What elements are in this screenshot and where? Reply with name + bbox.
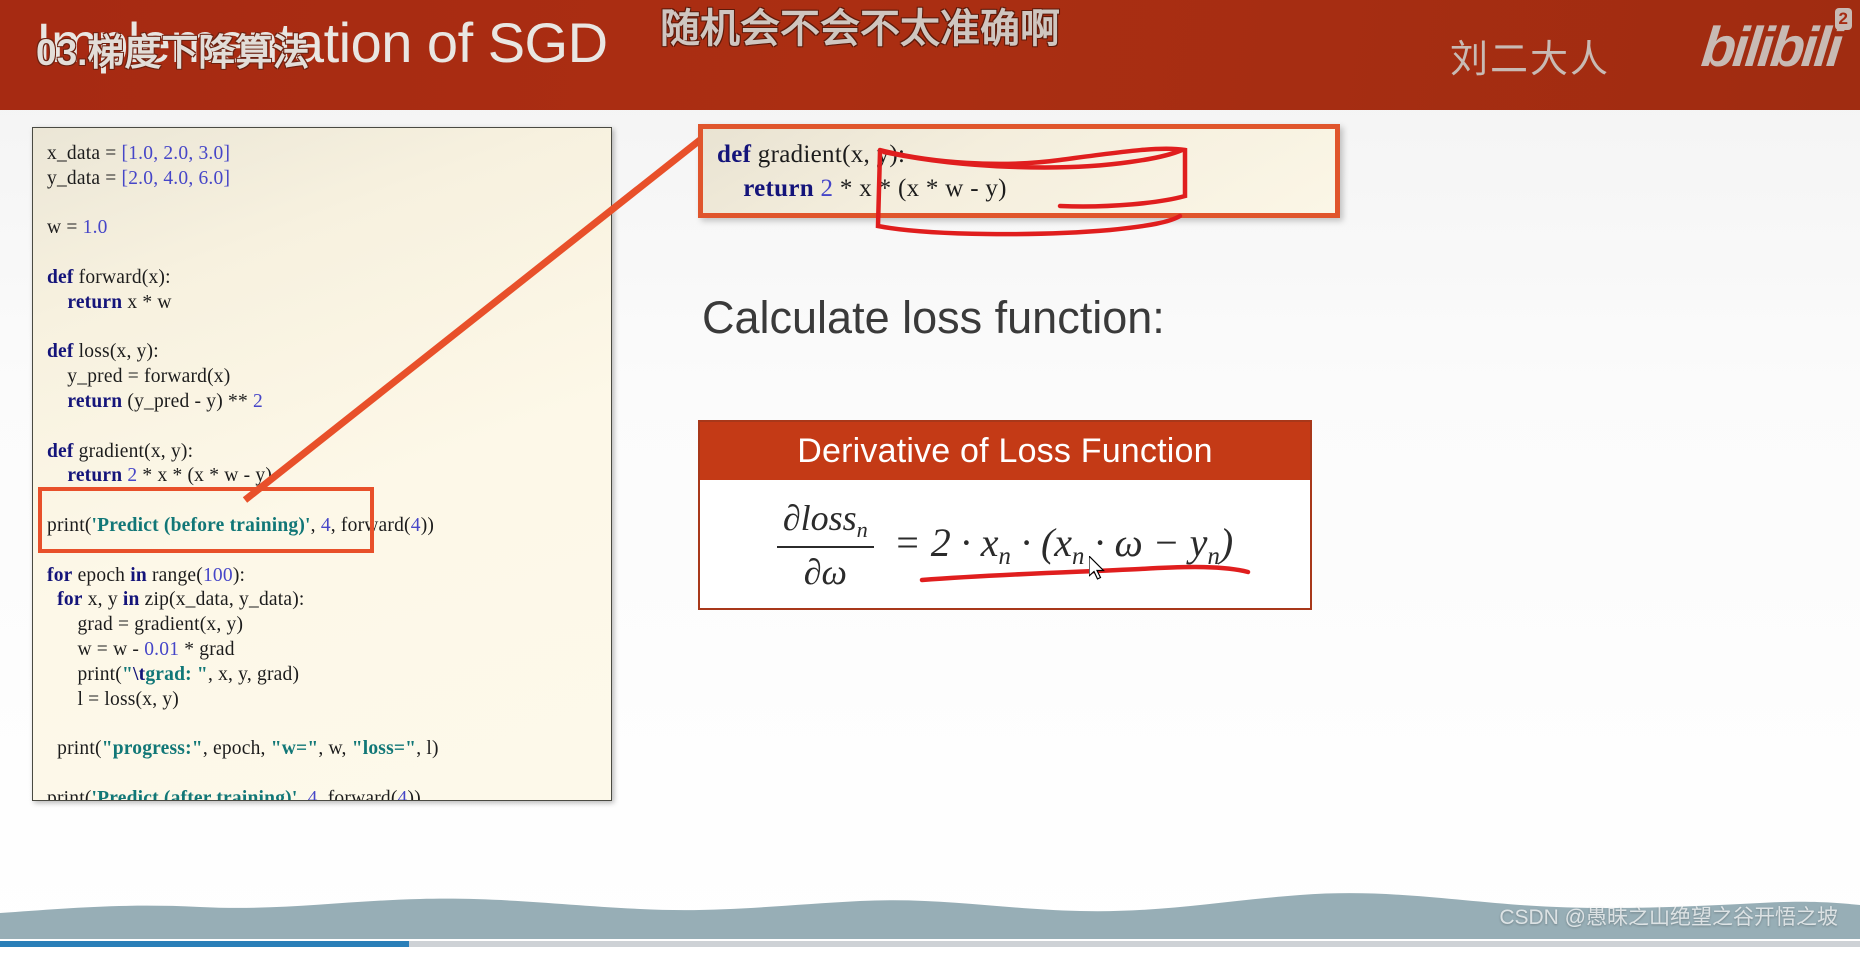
formula-fraction: ∂lossn ∂ω [776, 497, 874, 593]
formula-numerator: ∂lossn [782, 498, 868, 543]
danmaku-comment-2: 03.梯度下降算法 [36, 32, 310, 73]
formula-denominator: ∂ω [776, 545, 874, 593]
csdn-watermark: CSDN @愚昧之山绝望之谷开悟之坡 [1499, 906, 1838, 929]
bilibili-badge: 2 [1834, 8, 1852, 30]
section-heading: Calculate loss function: [702, 292, 1165, 343]
formula-rhs: = 2 · xn · (xn · ω − yn) [893, 520, 1234, 570]
derivative-box-body: ∂lossn ∂ω = 2 · xn · (xn · ω − yn) [700, 480, 1310, 610]
derivative-box-header: Derivative of Loss Function [700, 422, 1310, 480]
code-panel-text: x_data = [1.0, 2.0, 3.0] y_data = [2.0, … [47, 143, 439, 801]
video-progress-fill[interactable] [0, 941, 410, 947]
gradient-code-callout: def gradient(x, y): return 2 * x * (x * … [698, 124, 1340, 218]
callout-code-text: def gradient(x, y): return 2 * x * (x * … [717, 141, 1007, 202]
code-panel: x_data = [1.0, 2.0, 3.0] y_data = [2.0, … [32, 127, 612, 801]
mouse-cursor [1089, 556, 1105, 580]
video-header-band: Implementation of SGD 随机会不会不太准确啊 03.梯度下降… [0, 0, 1860, 110]
derivative-of-loss-box: Derivative of Loss Function ∂lossn ∂ω = … [698, 420, 1312, 610]
gradient-function-highlight-box [38, 487, 374, 553]
bilibili-logo-icon: bilibili [1698, 15, 1844, 78]
danmaku-comment-1: 随机会不会不太准确啊 [660, 7, 1060, 51]
uploader-name: 刘二大人 [1449, 39, 1610, 81]
slide-screenshot: x_data = [1.0, 2.0, 3.0] y_data = [2.0, … [0, 0, 1860, 955]
derivative-formula: ∂lossn ∂ω = 2 · xn · (xn · ω − yn) [776, 497, 1234, 593]
derivative-box-title: Derivative of Loss Function [797, 431, 1213, 470]
